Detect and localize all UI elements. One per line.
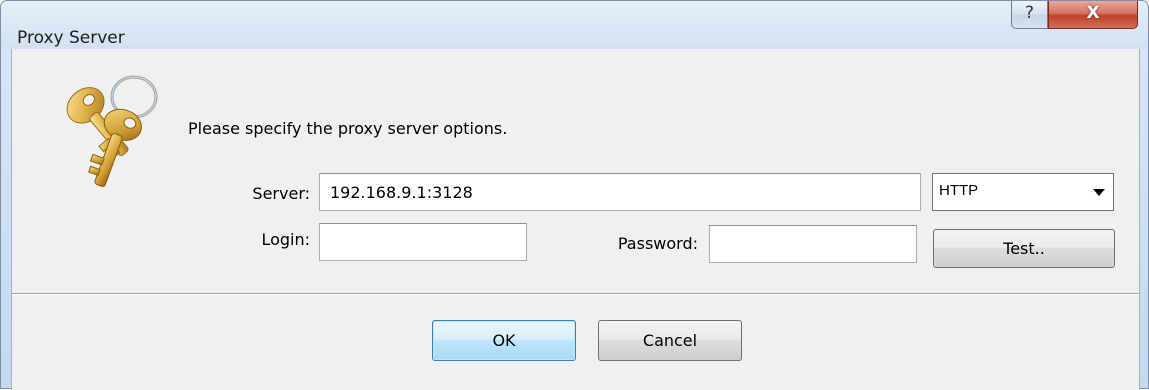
test-button[interactable]: Test.. xyxy=(933,229,1115,268)
help-button[interactable]: ? xyxy=(1011,1,1048,29)
cancel-button[interactable]: Cancel xyxy=(598,320,742,361)
title-bar[interactable]: Proxy Server xyxy=(1,1,1148,49)
keys-icon xyxy=(66,75,158,187)
password-label: Password: xyxy=(617,234,698,253)
divider xyxy=(12,293,1139,295)
server-label: Server: xyxy=(252,184,310,203)
protocol-selected-value: HTTP xyxy=(939,182,979,199)
help-icon: ? xyxy=(1024,3,1035,23)
ok-button[interactable]: OK xyxy=(432,320,576,361)
dialog-body: Please specify the proxy server options.… xyxy=(11,49,1140,390)
window-title: Proxy Server xyxy=(17,28,125,48)
login-input[interactable] xyxy=(319,223,527,261)
close-icon: X xyxy=(1086,3,1100,23)
proxy-server-dialog: Proxy Server ? X Please specify the prox… xyxy=(0,0,1149,390)
prompt-text: Please specify the proxy server options. xyxy=(188,119,508,138)
protocol-select[interactable]: HTTP xyxy=(932,173,1114,211)
password-input[interactable] xyxy=(709,225,917,263)
server-input[interactable]: 192.168.9.1:3128 xyxy=(319,173,921,211)
close-button[interactable]: X xyxy=(1048,1,1138,29)
login-label: Login: xyxy=(261,230,310,249)
chevron-down-icon xyxy=(1093,189,1105,196)
